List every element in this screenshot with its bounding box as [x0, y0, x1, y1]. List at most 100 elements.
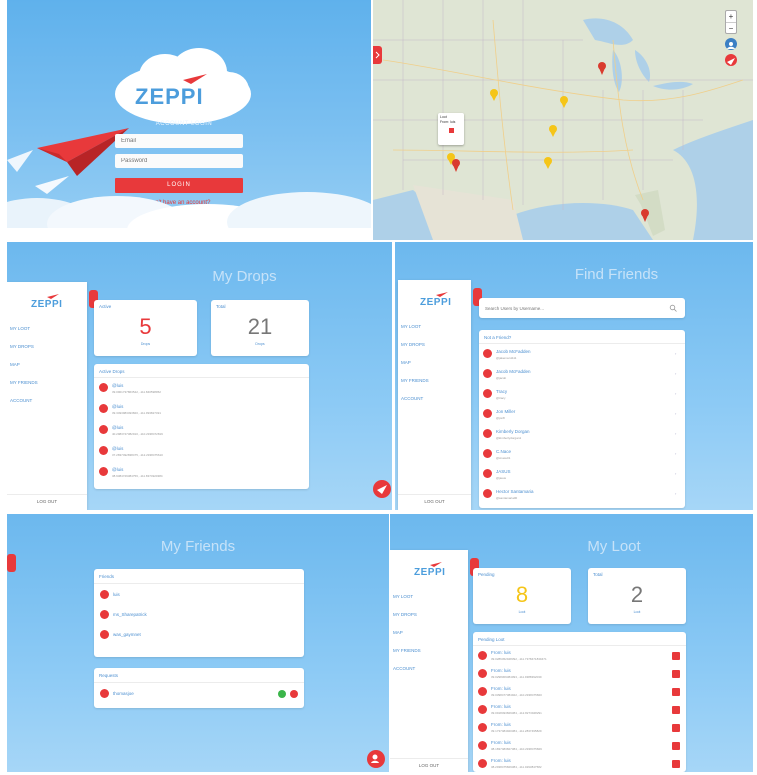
map-popup: Loot From: luis [438, 113, 464, 145]
nav-account[interactable]: ACCOUNT [393, 666, 415, 671]
nav-account[interactable]: ACCOUNT [10, 398, 32, 403]
list-item[interactable]: Jacob McFadden @jakeman1111 › [479, 345, 685, 365]
add-friend-icon[interactable]: › [675, 371, 676, 376]
nav-account[interactable]: ACCOUNT [401, 396, 423, 401]
user-name: C.Nace [496, 449, 512, 454]
search-input[interactable] [485, 303, 665, 313]
nav-my-friends[interactable]: MY FRIENDS [393, 648, 421, 653]
list-item[interactable]: From: luis 39.0398477384922, -110.293847… [473, 683, 686, 701]
nav-my-drops[interactable]: MY DROPS [10, 344, 34, 349]
add-friend-icon[interactable]: › [675, 411, 676, 416]
email-field[interactable] [115, 134, 243, 148]
open-loot-button[interactable] [672, 706, 680, 714]
nav-map[interactable]: MAP [10, 362, 20, 367]
sidebar: ZEPPI MY LOOT MY DROPS MAP MY FRIENDS AC… [7, 282, 87, 510]
pending-loot-card: Pending 8 Loot [473, 568, 571, 624]
user-handle: @jasus [496, 476, 507, 480]
new-drop-button[interactable] [373, 480, 391, 498]
add-friend-icon[interactable]: › [675, 351, 676, 356]
add-friend-button[interactable] [367, 750, 385, 768]
logout-button[interactable]: LOG OUT [7, 499, 87, 504]
sidebar-toggle-button[interactable] [373, 46, 382, 64]
nav-my-drops[interactable]: MY DROPS [401, 342, 425, 347]
user-location-icon [727, 42, 735, 49]
list-item[interactable]: JASUS @jasus › [479, 465, 685, 485]
decline-button[interactable] [290, 690, 298, 698]
active-drops-count: 5 [139, 314, 152, 339]
password-field[interactable] [115, 154, 243, 168]
item-coords: 39.0901737863542, -111.840598952 [112, 390, 161, 394]
avatar [483, 389, 492, 398]
open-loot-button[interactable] [672, 760, 680, 768]
list-item[interactable]: @luis 39.0901737863542, -111.840598952 [94, 380, 309, 399]
item-name: @luis [112, 425, 124, 430]
add-friend-icon[interactable]: › [675, 451, 676, 456]
list-item[interactable]: From: luis 38.2938475829384, -111.029384… [473, 755, 686, 772]
list-item[interactable]: @luis 39.3493983493820, -111.993827491 [94, 401, 309, 420]
add-friend-icon[interactable]: › [675, 491, 676, 496]
zoom-in-button[interactable]: + [726, 11, 736, 22]
sidebar: ZEPPI MY LOOT MY DROPS MAP MY FRIENDS AC… [390, 550, 468, 772]
popup-claim-icon[interactable] [448, 128, 454, 133]
list-item[interactable]: @luis 40.2983747382910, -110.2938472819 [94, 422, 309, 441]
list-item[interactable]: From: luis 38.1837483827384, -110.293847… [473, 737, 686, 755]
list-item[interactable]: From: luis 39.0918493829384, -112.827394… [473, 701, 686, 719]
avatar [483, 409, 492, 418]
list-item[interactable]: Jacob McFadden @jacob › [479, 365, 685, 385]
nav-my-friends[interactable]: MY FRIENDS [401, 378, 429, 383]
item-sender: From: luis [491, 722, 511, 727]
user-handle: @jacob [496, 376, 507, 380]
open-loot-button[interactable] [672, 688, 680, 696]
add-friend-icon[interactable]: › [675, 431, 676, 436]
open-loot-button[interactable] [672, 652, 680, 660]
popup-sender: From: luis [440, 120, 456, 124]
sidebar-toggle-button[interactable] [7, 554, 16, 572]
logout-button[interactable]: LOG OUT [398, 499, 471, 504]
nav-my-friends[interactable]: MY FRIENDS [10, 380, 38, 385]
list-item[interactable]: luis [94, 586, 304, 604]
zoom-out-button[interactable]: − [726, 22, 736, 34]
open-loot-button[interactable] [672, 742, 680, 750]
list-item[interactable]: Kimberly Dorgan @kimberlydorgan1 › [479, 425, 685, 445]
search-icon[interactable] [669, 304, 677, 312]
logout-button[interactable]: LOG OUT [390, 763, 468, 768]
locate-button[interactable] [725, 38, 737, 50]
add-friend-icon[interactable]: › [675, 391, 676, 396]
list-item[interactable]: From: luis 39.1737484920384, -111.283749… [473, 719, 686, 737]
nav-my-loot[interactable]: MY LOOT [10, 326, 30, 331]
list-item[interactable]: ms_Sharepatrick [94, 606, 304, 624]
nav-my-loot[interactable]: MY LOOT [401, 324, 421, 329]
friend-name: luis [113, 592, 120, 597]
item-name: @luis [112, 467, 124, 472]
item-coords: 38.9384729384756, -111.8374920384 [112, 474, 163, 478]
accept-button[interactable] [278, 690, 286, 698]
avatar [478, 687, 487, 696]
nav-my-drops[interactable]: MY DROPS [393, 612, 417, 617]
item-coords: 38.1837483827384, -110.2938475829 [491, 747, 542, 751]
item-coords: 39.0918493829384, -112.8273948291 [491, 711, 542, 715]
list-item[interactable]: @luis 37.2837492838475, -112.2938475610 [94, 443, 309, 462]
open-loot-button[interactable] [672, 724, 680, 732]
avatar [478, 723, 487, 732]
add-friend-icon[interactable]: › [675, 471, 676, 476]
item-coords: 39.3493983493820, -111.993827491 [112, 411, 161, 415]
list-item[interactable]: C.Nace @cnace01 › [479, 445, 685, 465]
nav-map[interactable]: MAP [401, 360, 411, 365]
list-item[interactable]: From: luis 39.0286452948392, -111.737847… [473, 647, 686, 665]
open-loot-button[interactable] [672, 670, 680, 678]
nav-map[interactable]: MAP [393, 630, 403, 635]
search-card [479, 298, 685, 318]
page-title: My Loot [587, 538, 641, 555]
list-item[interactable]: From: luis 39.0298309384093, -111.938839… [473, 665, 686, 683]
list-item[interactable]: Hector Santamaria @santamaria00 › [479, 485, 685, 505]
avatar [478, 705, 487, 714]
total-drops-count: 21 [247, 314, 273, 339]
list-item[interactable]: Jon Miller @jon8 › [479, 405, 685, 425]
user-handle: @cnace01 [496, 456, 511, 460]
list-item[interactable]: was_gaymnet [94, 626, 304, 644]
list-item[interactable]: Tracy @tracy › [479, 385, 685, 405]
list-item[interactable]: @luis 38.9384729384756, -111.8374920384 [94, 464, 309, 483]
drop-button[interactable] [725, 54, 737, 66]
nav-my-loot[interactable]: MY LOOT [393, 594, 413, 599]
us-map[interactable] [373, 0, 753, 240]
